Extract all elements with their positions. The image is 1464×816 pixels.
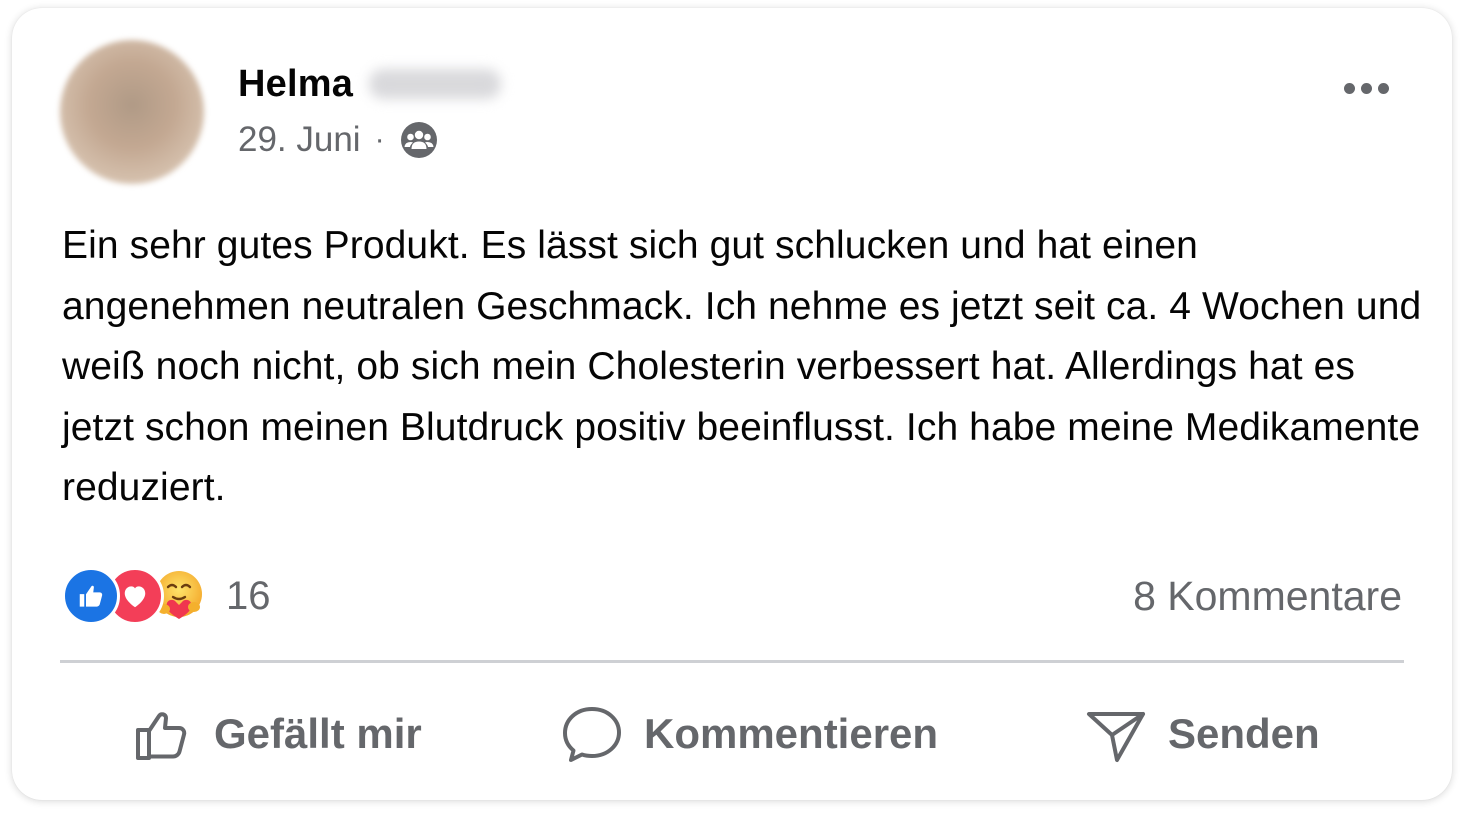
comments-count-link[interactable]: 8 Kommentare (1133, 568, 1402, 624)
like-button-label: Gefällt mir (214, 710, 422, 757)
reactions-summary[interactable]: 16 (62, 565, 271, 627)
thumbs-up-icon (136, 712, 187, 760)
more-options-icon[interactable] (1330, 68, 1402, 108)
avatar[interactable] (60, 40, 204, 184)
divider (60, 660, 1404, 663)
post-date[interactable]: 29. Juni (238, 120, 361, 160)
comment-button[interactable]: Kommentieren (560, 698, 938, 770)
like-reaction-icon (62, 567, 120, 625)
post-header-author: Helma (238, 60, 502, 108)
comment-bubble-icon (563, 707, 621, 762)
post-text: Ein sehr gutes Produkt. Es lässt sich gu… (62, 224, 1422, 509)
group-audience-icon[interactable] (399, 120, 439, 160)
author-name[interactable]: Helma (238, 63, 353, 106)
reaction-count: 16 (226, 573, 271, 618)
send-button[interactable]: Senden (1084, 698, 1320, 770)
author-surname-redacted (369, 69, 502, 99)
like-button[interactable]: Gefällt mir (130, 698, 422, 770)
comment-button-label: Kommentieren (644, 710, 939, 757)
post-meta: 29. Juni · (238, 118, 439, 162)
more-dot (1343, 82, 1355, 94)
send-icon (1087, 712, 1145, 762)
more-dot (1377, 82, 1389, 94)
more-dot (1360, 82, 1372, 94)
meta-separator: · (374, 123, 385, 156)
send-button-label: Senden (1168, 710, 1320, 757)
post-card: Helma 29. Juni · Ein sehr gutes Produkt.… (12, 8, 1452, 800)
